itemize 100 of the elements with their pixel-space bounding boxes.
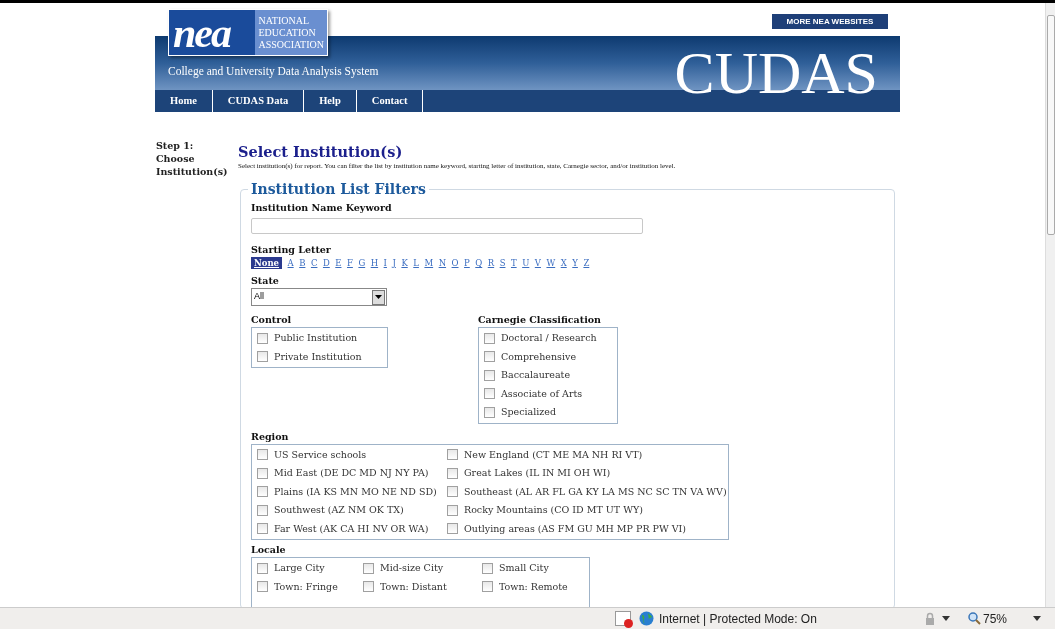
checkbox-label: Specialized: [501, 405, 557, 420]
logo-mark: nea: [172, 11, 232, 54]
state-select[interactable]: All: [251, 288, 387, 306]
letter-link[interactable]: I: [383, 257, 387, 269]
checkbox-label: Plains (IA KS MN MO NE ND SD): [274, 484, 437, 499]
checkbox-label: Mid-size City: [380, 561, 444, 576]
checkbox[interactable]: [447, 523, 458, 535]
letter-link[interactable]: O: [451, 257, 459, 269]
checkbox[interactable]: [257, 332, 268, 344]
checkbox[interactable]: [482, 562, 493, 574]
checkbox[interactable]: [257, 581, 268, 593]
checkbox[interactable]: [484, 351, 495, 363]
page-title: Select Institution(s): [238, 143, 404, 161]
caret-icon[interactable]: [1033, 616, 1041, 621]
letter-link[interactable]: V: [534, 257, 541, 269]
letter-link[interactable]: D: [322, 257, 330, 269]
letter-link[interactable]: C: [310, 257, 318, 269]
letter-link[interactable]: F: [347, 257, 353, 269]
field-label: Starting Letter: [251, 244, 332, 256]
letter-link[interactable]: U: [522, 257, 530, 269]
checkbox[interactable]: [257, 449, 268, 461]
letter-link[interactable]: L: [413, 257, 419, 269]
letter-link[interactable]: S: [499, 257, 506, 269]
letter-link[interactable]: X: [560, 257, 567, 269]
letter-link[interactable]: N: [438, 257, 447, 269]
brand-title: CUDAS: [674, 41, 878, 105]
checkbox-label: Doctoral / Research: [501, 331, 597, 346]
field-label: Institution Name Keyword: [251, 202, 393, 214]
checkbox[interactable]: [447, 504, 458, 516]
checkbox[interactable]: [484, 369, 495, 381]
checkbox[interactable]: [484, 388, 495, 400]
zoom-icon: [967, 612, 981, 625]
checkbox-label: Mid East (DE DC MD NJ NY PA): [274, 466, 429, 481]
checkbox[interactable]: [363, 581, 374, 593]
checkbox[interactable]: [257, 467, 268, 479]
checkbox-label: Town: Distant: [380, 579, 447, 594]
checkbox[interactable]: [257, 504, 268, 516]
nav-link[interactable]: Contact: [356, 90, 424, 112]
checkbox-label: US Service schools: [274, 447, 367, 462]
checkbox[interactable]: [484, 332, 495, 344]
checkbox[interactable]: [257, 486, 268, 498]
more-websites-link[interactable]: MORE NEA WEBSITES: [772, 14, 888, 29]
letter-link[interactable]: R: [487, 257, 495, 269]
letter-link[interactable]: K: [401, 257, 408, 269]
logo-text: NATIONAL: [258, 14, 310, 27]
logo-text: ASSOCIATION: [258, 38, 324, 51]
field-label: State: [251, 275, 280, 287]
caret-icon[interactable]: [941, 616, 950, 621]
checkbox[interactable]: [482, 581, 493, 593]
checkbox-label: Small City: [499, 561, 549, 576]
zoom-level[interactable]: 75%: [982, 609, 1007, 628]
letter-link[interactable]: H: [370, 257, 379, 269]
logo-text: EDUCATION: [258, 26, 317, 39]
field-label: Region: [251, 430, 290, 443]
checkbox-label: Far West (AK CA HI NV OR WA): [274, 521, 429, 536]
field-label: Carnegie Classification: [478, 314, 602, 326]
checkbox[interactable]: [363, 562, 374, 574]
checkbox-label: Outlying areas (AS FM GU MH MP PR PW VI): [464, 521, 687, 536]
checkbox-label: Large City: [274, 561, 325, 576]
nav-link[interactable]: Help: [304, 90, 357, 112]
checkbox-label: Associate of Arts: [501, 386, 583, 401]
letter-link[interactable]: Z: [583, 257, 590, 269]
field-label: Locale: [251, 544, 287, 556]
checkbox[interactable]: [257, 562, 268, 574]
nav-link[interactable]: Home: [155, 90, 213, 112]
checkbox[interactable]: [484, 406, 495, 418]
checkbox-label: Town: Remote: [499, 579, 568, 594]
checkbox[interactable]: [257, 523, 268, 535]
logo[interactable]: nea NATIONAL EDUCATION ASSOCIATION: [168, 9, 328, 56]
checkbox[interactable]: [447, 467, 458, 479]
letter-link[interactable]: W: [546, 257, 556, 269]
nav-link[interactable]: CUDAS Data: [212, 90, 305, 112]
checkbox-label: Town: Fringe: [274, 579, 338, 594]
checkbox-label: Baccalaureate: [501, 368, 571, 383]
letter-link[interactable]: Q: [475, 257, 483, 269]
security-zone: Internet | Protected Mode: On: [659, 610, 817, 628]
letter-link[interactable]: J: [392, 257, 396, 269]
checkbox[interactable]: [257, 351, 268, 363]
letter-link[interactable]: E: [335, 257, 342, 269]
letter-link[interactable]: B: [299, 257, 306, 269]
checkbox-label: Comprehensive: [501, 349, 576, 364]
checkbox-label: Great Lakes (IL IN MI OH WI): [464, 466, 611, 481]
step-label: Step 1: Choose Institution(s): [156, 139, 228, 179]
checkbox-label: Southeast (AL AR FL GA KY LA MS NC SC TN VA WV): [464, 484, 727, 499]
letter-link[interactable]: A: [287, 257, 294, 269]
field-label: Control: [251, 314, 293, 326]
checkbox-label: Public Institution: [274, 331, 358, 346]
tagline: College and University Data Analysis System: [168, 63, 379, 80]
letter-link[interactable]: G: [358, 257, 366, 269]
letter-link[interactable]: Y: [572, 257, 578, 269]
checkbox-label: Private Institution: [274, 349, 362, 364]
checkbox[interactable]: [447, 449, 458, 461]
checkbox-label: New England (CT ME MA NH RI VT): [464, 447, 643, 462]
checkbox[interactable]: [447, 486, 458, 498]
keyword-field[interactable]: [251, 218, 643, 234]
letter-link[interactable]: None: [251, 257, 283, 269]
letter-link[interactable]: M: [424, 257, 434, 269]
letter-link[interactable]: T: [510, 257, 517, 269]
popup-blocked-icon[interactable]: [615, 611, 631, 626]
letter-link[interactable]: P: [464, 257, 470, 269]
